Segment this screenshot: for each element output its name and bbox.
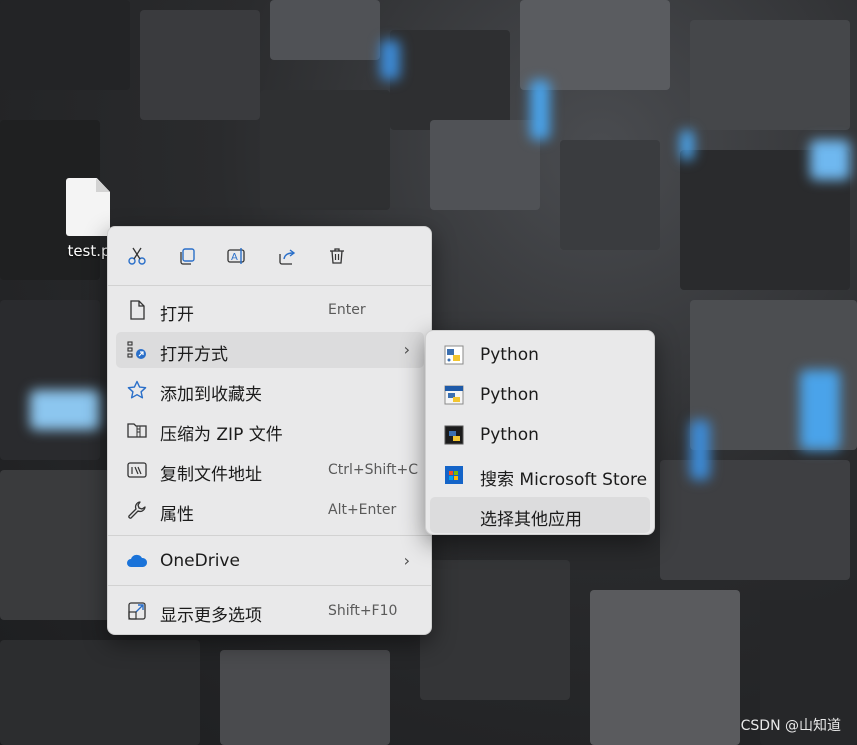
- menu-item-copy-path[interactable]: 复制文件地址 Ctrl+Shift+C: [116, 452, 424, 488]
- menu-item-label: 添加到收藏夹: [160, 385, 262, 405]
- menu-item-label: OneDrive: [160, 551, 240, 571]
- python-icon: [444, 385, 464, 405]
- share-icon[interactable]: [272, 241, 302, 271]
- menu-item-onedrive[interactable]: OneDrive ›: [116, 543, 424, 579]
- context-menu: A 打开 Enter 打开方式 › 添加到收藏夹 压缩为 ZIP 文件 复制文件…: [107, 226, 432, 635]
- divider: [108, 285, 431, 286]
- open-with-submenu: Python Python Python 搜索 Microsoft Store …: [425, 330, 655, 535]
- menu-item-add-favorites[interactable]: 添加到收藏夹: [116, 372, 424, 408]
- watermark: CSDN @山知道: [740, 718, 841, 734]
- menu-item-properties[interactable]: 属性 Alt+Enter: [116, 492, 424, 528]
- file-icon: [126, 300, 148, 320]
- chevron-right-icon: ›: [403, 340, 410, 359]
- chevron-right-icon: ›: [403, 551, 410, 570]
- submenu-item-python-console[interactable]: Python: [430, 417, 650, 453]
- submenu-item-label: Python: [480, 385, 539, 405]
- submenu-item-label: 搜索 Microsoft Store: [480, 470, 648, 490]
- menu-item-compress-zip[interactable]: 压缩为 ZIP 文件: [116, 412, 424, 448]
- star-icon: [126, 380, 148, 400]
- submenu-item-microsoft-store[interactable]: 搜索 Microsoft Store: [430, 457, 650, 493]
- onedrive-icon: [126, 551, 148, 571]
- submenu-item-label: Python: [480, 345, 539, 365]
- submenu-item-label: Python: [480, 425, 539, 445]
- svg-text:A: A: [231, 252, 238, 263]
- cut-icon[interactable]: [122, 241, 152, 271]
- open-with-icon: [126, 340, 148, 360]
- submenu-item-python-idle[interactable]: Python: [430, 337, 650, 373]
- python-console-icon: [444, 425, 464, 445]
- menu-item-label: 压缩为 ZIP 文件: [160, 425, 283, 445]
- menu-item-label: 打开: [160, 305, 194, 325]
- menu-item-open[interactable]: 打开 Enter: [116, 292, 424, 328]
- submenu-item-label: 选择其他应用: [480, 510, 582, 530]
- menu-item-open-with[interactable]: 打开方式 ›: [116, 332, 424, 368]
- menu-item-label: 打开方式: [160, 345, 228, 365]
- menu-item-label: 显示更多选项: [160, 606, 262, 626]
- wrench-icon: [126, 500, 148, 520]
- divider: [108, 585, 431, 586]
- context-menu-toolbar: A: [108, 227, 431, 285]
- divider: [108, 535, 431, 536]
- menu-item-show-more-options[interactable]: 显示更多选项 Shift+F10: [116, 593, 424, 629]
- submenu-item-choose-other-app[interactable]: 选择其他应用: [430, 497, 650, 533]
- copy-icon[interactable]: [172, 241, 202, 271]
- submenu-item-python[interactable]: Python: [430, 377, 650, 413]
- python-idle-icon: [444, 345, 464, 365]
- file-icon: [66, 178, 110, 236]
- menu-item-shortcut: Enter: [328, 302, 366, 318]
- copy-path-icon: [126, 460, 148, 480]
- menu-item-shortcut: Shift+F10: [328, 603, 398, 619]
- more-options-icon: [126, 601, 148, 621]
- menu-item-shortcut: Ctrl+Shift+C: [328, 462, 418, 478]
- menu-item-shortcut: Alt+Enter: [328, 502, 397, 518]
- microsoft-store-icon: [444, 465, 464, 485]
- delete-icon[interactable]: [322, 241, 352, 271]
- rename-icon[interactable]: A: [222, 241, 252, 271]
- menu-item-label: 属性: [160, 505, 194, 525]
- zip-folder-icon: [126, 420, 148, 440]
- menu-item-label: 复制文件地址: [160, 465, 262, 485]
